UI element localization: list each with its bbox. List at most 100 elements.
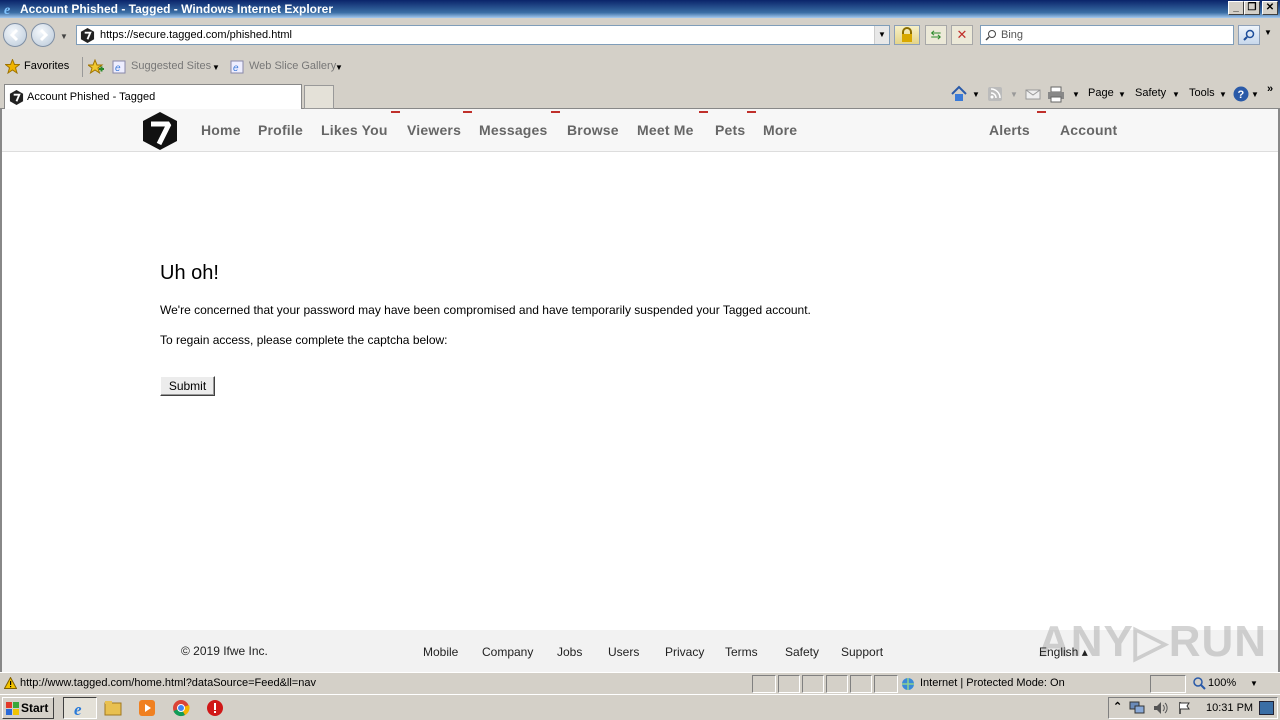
url-field[interactable]: https://secure.tagged.com/phished.html ▼	[76, 25, 890, 45]
svg-text:e: e	[74, 700, 82, 718]
footer-link-safety[interactable]: Safety	[785, 645, 819, 659]
tools-dropdown-icon[interactable]: ▼	[1219, 90, 1227, 99]
safety-menu[interactable]: Safety	[1135, 87, 1166, 99]
nav-likes-you[interactable]: Likes You	[321, 122, 388, 138]
status-pane	[778, 675, 800, 693]
messages-notification-marker	[551, 111, 560, 113]
taskbar-ie-button[interactable]: e	[63, 697, 97, 719]
forward-button[interactable]	[31, 23, 55, 47]
magnifier-icon	[1243, 29, 1255, 41]
suggested-sites-link[interactable]: Suggested Sites	[131, 60, 211, 72]
file-explorer-icon[interactable]	[104, 699, 122, 717]
captcha-instruction: To regain access, please complete the ca…	[160, 333, 448, 347]
footer-link-jobs[interactable]: Jobs	[557, 645, 582, 659]
footer-link-support[interactable]: Support	[841, 645, 883, 659]
footer-link-terms[interactable]: Terms	[725, 645, 758, 659]
protected-mode-pane[interactable]	[1150, 675, 1186, 693]
submit-button[interactable]: Submit	[160, 376, 215, 396]
nav-more[interactable]: More	[763, 122, 797, 138]
nav-viewers[interactable]: Viewers	[407, 122, 461, 138]
favorites-button[interactable]: Favorites	[24, 60, 69, 72]
site-navigation: Home Profile Likes You Viewers Messages …	[2, 109, 1278, 152]
svg-text:e: e	[233, 63, 239, 74]
zoom-dropdown-icon[interactable]: ▼	[1250, 679, 1258, 688]
tab-bar: Account Phished - Tagged ▼ ▼ ▼ Page ▼ Sa…	[0, 82, 1280, 109]
show-desktop-button[interactable]	[1259, 701, 1274, 715]
nav-browse[interactable]: Browse	[567, 122, 619, 138]
web-slice-dropdown-icon[interactable]: ▼	[335, 63, 343, 72]
favorites-star-icon	[5, 59, 20, 74]
nav-account[interactable]: Account	[1060, 122, 1117, 138]
likes-you-notification-marker	[391, 111, 400, 113]
footer-link-privacy[interactable]: Privacy	[665, 645, 704, 659]
nav-home[interactable]: Home	[201, 122, 241, 138]
svg-text:?: ?	[1238, 89, 1245, 101]
start-button[interactable]: Start	[2, 697, 54, 719]
help-dropdown-icon[interactable]: ▼	[1251, 90, 1259, 99]
page-viewport: Home Profile Likes You Viewers Messages …	[0, 109, 1280, 672]
minimize-button[interactable]: _	[1228, 1, 1244, 15]
new-tab-button[interactable]	[304, 85, 334, 109]
web-slice-gallery-link[interactable]: Web Slice Gallery	[249, 60, 336, 72]
nav-alerts[interactable]: Alerts	[989, 122, 1030, 138]
footer-link-mobile[interactable]: Mobile	[423, 645, 458, 659]
safety-dropdown-icon[interactable]: ▼	[1172, 90, 1180, 99]
back-button[interactable]	[3, 23, 27, 47]
print-icon[interactable]	[1047, 85, 1065, 103]
add-favorites-icon[interactable]	[88, 59, 104, 75]
recent-pages-dropdown[interactable]: ▼	[60, 32, 68, 41]
network-icon[interactable]	[1129, 701, 1145, 715]
chrome-icon[interactable]	[172, 699, 190, 717]
tagged-logo-icon[interactable]	[140, 111, 180, 151]
stop-button[interactable]: ✕	[951, 25, 973, 45]
help-icon[interactable]: ?	[1232, 85, 1250, 103]
restore-button[interactable]: ❐	[1244, 1, 1260, 15]
tab-account-phished[interactable]: Account Phished - Tagged	[4, 84, 302, 109]
show-hidden-icons[interactable]: ⌃	[1113, 700, 1122, 713]
media-player-icon[interactable]	[138, 699, 156, 717]
status-pane	[802, 675, 824, 693]
language-selector[interactable]: English ▴	[1039, 645, 1088, 659]
status-bar: http://www.tagged.com/home.html?dataSour…	[0, 672, 1280, 694]
url-dropdown[interactable]: ▼	[874, 26, 889, 44]
footer-link-company[interactable]: Company	[482, 645, 533, 659]
suggested-sites-dropdown-icon[interactable]: ▼	[212, 63, 220, 72]
tools-menu[interactable]: Tools	[1189, 87, 1215, 99]
feeds-icon[interactable]	[986, 85, 1004, 103]
security-lock-button[interactable]	[894, 25, 920, 45]
close-button[interactable]: ✕	[1262, 1, 1278, 15]
nav-messages[interactable]: Messages	[479, 122, 548, 138]
home-icon[interactable]	[950, 85, 968, 103]
search-options-dropdown[interactable]: ▼	[1264, 28, 1272, 37]
volume-icon[interactable]	[1153, 701, 1169, 715]
feeds-dropdown-icon[interactable]: ▼	[1010, 90, 1018, 99]
ie-logo-icon: e	[4, 3, 10, 16]
security-zone-text[interactable]: Internet | Protected Mode: On	[920, 677, 1065, 689]
more-commands-icon[interactable]: »	[1267, 83, 1273, 95]
page-menu[interactable]: Page	[1088, 87, 1114, 99]
nav-pets[interactable]: Pets	[715, 122, 745, 138]
clock[interactable]: 10:31 PM	[1206, 702, 1253, 714]
security-shield-icon[interactable]	[206, 699, 224, 717]
print-dropdown-icon[interactable]: ▼	[1072, 90, 1080, 99]
search-input[interactable]: Bing	[980, 25, 1234, 45]
compatibility-refresh-button[interactable]: ⇆	[925, 25, 947, 45]
status-pane	[826, 675, 848, 693]
zoom-level[interactable]: 100%	[1208, 677, 1236, 689]
status-pane	[850, 675, 872, 693]
warning-icon	[4, 677, 17, 689]
svg-text:e: e	[4, 3, 10, 16]
forward-arrow-icon	[39, 28, 49, 42]
tagged-favicon-icon	[80, 28, 95, 43]
web-slice-icon: e	[230, 60, 244, 74]
home-dropdown-icon[interactable]: ▼	[972, 90, 980, 99]
internet-globe-icon	[902, 678, 914, 690]
page-dropdown-icon[interactable]: ▼	[1118, 90, 1126, 99]
footer-link-users[interactable]: Users	[608, 645, 639, 659]
nav-profile[interactable]: Profile	[258, 122, 303, 138]
tab-label: Account Phished - Tagged	[27, 91, 156, 103]
action-center-flag-icon[interactable]	[1177, 701, 1193, 715]
nav-meet-me[interactable]: Meet Me	[637, 122, 694, 138]
search-go-button[interactable]	[1238, 25, 1260, 45]
read-mail-icon[interactable]	[1024, 85, 1042, 103]
